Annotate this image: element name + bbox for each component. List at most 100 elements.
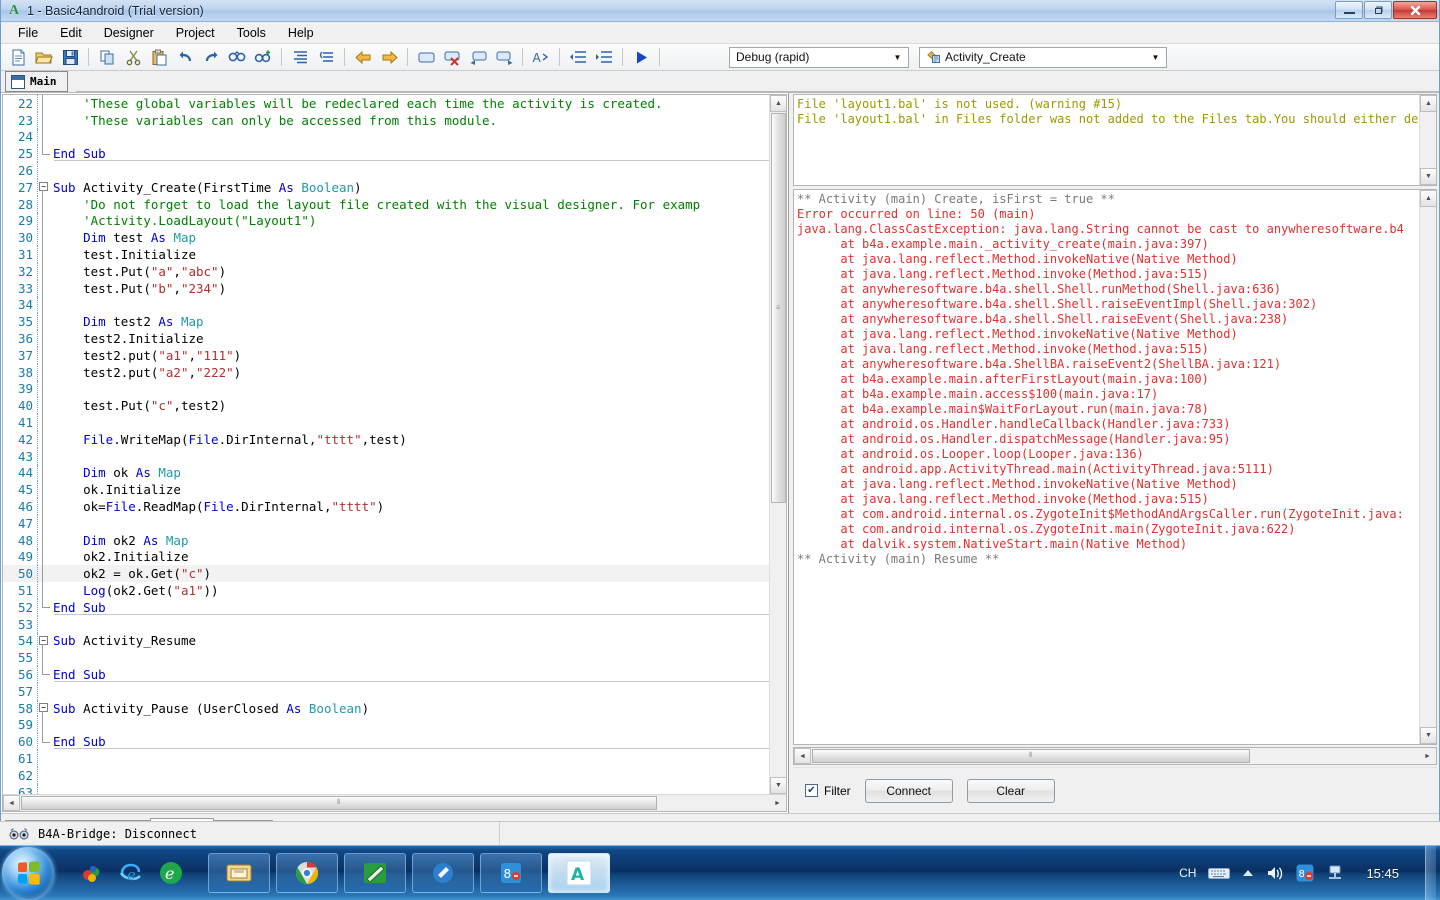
device-logs-box[interactable]: ** Activity (main) Create, isFirst = tru…	[793, 189, 1437, 745]
fold-gutter[interactable]	[37, 465, 49, 482]
open-folder-icon[interactable]	[32, 46, 56, 69]
fold-gutter[interactable]: −	[37, 179, 49, 196]
paste-icon[interactable]	[147, 46, 171, 69]
code-line[interactable]: 32 test.Put("a","abc")	[3, 263, 769, 280]
connect-button[interactable]: Connect	[865, 779, 953, 803]
editor-horizontal-scrollbar[interactable]: ◄ ⦀ ►	[2, 794, 787, 812]
taskbar-clock[interactable]: 15:45	[1356, 866, 1409, 881]
code-line[interactable]: 55	[3, 649, 769, 666]
code-line[interactable]: 52End Sub	[3, 599, 769, 616]
fold-gutter[interactable]	[37, 381, 49, 398]
code-line[interactable]: 28 'Do not forget to load the layout fil…	[3, 196, 769, 213]
code-line[interactable]: 63	[3, 784, 769, 794]
menu-tools[interactable]: Tools	[226, 23, 277, 43]
code-line[interactable]: 41	[3, 414, 769, 431]
fold-collapse-icon[interactable]: −	[39, 636, 48, 645]
forward-arrow-icon[interactable]	[377, 46, 401, 69]
task-basic4android[interactable]: A	[548, 853, 610, 893]
code-scroll-area[interactable]: 22 'These global variables will be redec…	[2, 94, 787, 794]
chevron-down-icon[interactable]: ▼	[889, 48, 906, 67]
scroll-up-arrow-icon[interactable]: ▲	[1420, 95, 1437, 112]
indent-lines-icon[interactable]	[288, 46, 312, 69]
fold-gutter[interactable]	[37, 414, 49, 431]
fold-gutter[interactable]	[37, 481, 49, 498]
comment-block-icon[interactable]	[566, 46, 590, 69]
code-line[interactable]: 39	[3, 381, 769, 398]
fold-gutter[interactable]	[37, 297, 49, 314]
close-button[interactable]	[1393, 1, 1437, 19]
fold-gutter[interactable]	[37, 565, 49, 582]
fold-gutter[interactable]	[37, 347, 49, 364]
fold-gutter[interactable]	[37, 649, 49, 666]
fold-gutter[interactable]	[37, 95, 49, 112]
menu-project[interactable]: Project	[165, 23, 226, 43]
fold-gutter[interactable]	[37, 229, 49, 246]
copy-icon[interactable]	[95, 46, 119, 69]
b4a-bridge-status[interactable]: B4A-Bridge: Disconnect	[0, 822, 500, 846]
fold-gutter[interactable]	[37, 733, 49, 750]
code-line[interactable]: 58−Sub Activity_Pause (UserClosed As Boo…	[3, 700, 769, 717]
next-bookmark-icon[interactable]	[492, 46, 516, 69]
fold-collapse-icon[interactable]: −	[39, 182, 48, 191]
uncomment-block-icon[interactable]	[592, 46, 616, 69]
code-line[interactable]: 50 ok2 = ok.Get("c")	[3, 565, 769, 582]
menu-edit[interactable]: Edit	[49, 23, 93, 43]
fold-gutter[interactable]	[37, 162, 49, 179]
fold-gutter[interactable]	[37, 549, 49, 566]
run-icon[interactable]	[629, 46, 653, 69]
fold-gutter[interactable]	[37, 515, 49, 532]
editor-vertical-scrollbar[interactable]: ▲ ≡ ▼	[769, 95, 786, 794]
remove-bookmark-icon[interactable]	[440, 46, 464, 69]
ql-media-icon[interactable]	[76, 858, 106, 888]
scroll-left-arrow-icon[interactable]: ◄	[794, 748, 811, 764]
code-line[interactable]: 34	[3, 297, 769, 314]
task-notes[interactable]	[412, 853, 474, 893]
code-line[interactable]: 29 'Activity.LoadLayout("Layout1")	[3, 213, 769, 230]
fold-gutter[interactable]	[37, 431, 49, 448]
network-icon[interactable]	[1326, 865, 1344, 881]
code-line[interactable]: 24	[3, 129, 769, 146]
filter-checkbox[interactable]: ✔	[805, 784, 818, 797]
code-line[interactable]: 60End Sub	[3, 733, 769, 750]
logs-vertical-scrollbar[interactable]: ▲ ▼	[1419, 190, 1436, 744]
fold-gutter[interactable]	[37, 666, 49, 683]
show-hidden-icons-icon[interactable]	[1242, 869, 1254, 878]
find-icon[interactable]	[225, 46, 249, 69]
clear-button[interactable]: Clear	[967, 779, 1055, 803]
scroll-right-arrow-icon[interactable]: ►	[769, 795, 786, 811]
fold-gutter[interactable]	[37, 750, 49, 767]
code-line[interactable]: 59	[3, 716, 769, 733]
fold-gutter[interactable]	[37, 498, 49, 515]
fold-collapse-icon[interactable]: −	[39, 703, 48, 712]
fold-gutter[interactable]	[37, 599, 49, 616]
redo-icon[interactable]	[199, 46, 223, 69]
code-line[interactable]: 25End Sub	[3, 145, 769, 162]
ql-internet-explorer-icon[interactable]: e	[116, 858, 146, 888]
fold-gutter[interactable]	[37, 196, 49, 213]
fold-gutter[interactable]	[37, 313, 49, 330]
new-file-icon[interactable]	[6, 46, 30, 69]
code-line[interactable]: 45 ok.Initialize	[3, 481, 769, 498]
fold-gutter[interactable]	[37, 129, 49, 146]
start-orb[interactable]	[2, 847, 54, 899]
code-line[interactable]: 61	[3, 750, 769, 767]
volume-icon[interactable]	[1266, 865, 1284, 881]
code-line[interactable]: 26	[3, 162, 769, 179]
code-line[interactable]: 53	[3, 616, 769, 633]
scroll-down-arrow-icon[interactable]: ▼	[1420, 168, 1437, 185]
scroll-down-arrow-icon[interactable]: ▼	[770, 777, 787, 794]
compiler-warnings-box[interactable]: File 'layout1.bal' is not used. (warning…	[793, 94, 1437, 186]
fold-gutter[interactable]	[37, 263, 49, 280]
code-line[interactable]: 46 ok=File.ReadMap(File.DirInternal,"ttt…	[3, 498, 769, 515]
editor-vscroll-thumb[interactable]: ≡	[771, 113, 786, 503]
code-line[interactable]: 47	[3, 515, 769, 532]
fold-gutter[interactable]	[37, 246, 49, 263]
code-line[interactable]: 42 File.WriteMap(File.DirInternal,"tttt"…	[3, 431, 769, 448]
fold-gutter[interactable]	[37, 145, 49, 162]
fold-gutter[interactable]	[37, 784, 49, 794]
task-explorer[interactable]	[208, 853, 270, 893]
ime-indicator[interactable]: CH	[1179, 866, 1196, 880]
keyboard-icon[interactable]	[1208, 866, 1230, 880]
code-line[interactable]: 43	[3, 448, 769, 465]
fold-gutter[interactable]	[37, 767, 49, 784]
